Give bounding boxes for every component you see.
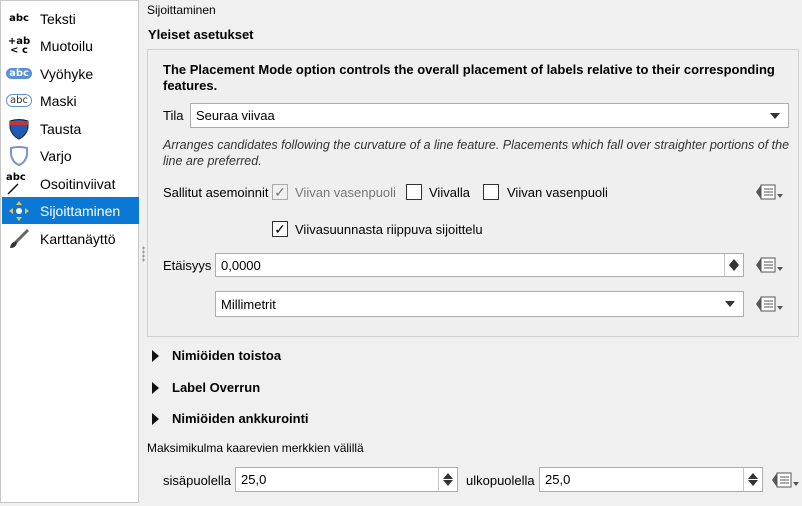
outside-angle-spinbox[interactable]: 25,0 [539, 467, 763, 492]
placement-mode-info: The Placement Mode option controls the o… [163, 62, 775, 93]
distance-value: 0,0000 [221, 257, 261, 273]
section-anchoring-label: Nimiöiden ankkurointi [172, 411, 309, 426]
expand-arrow-icon [152, 382, 159, 394]
position-right-checkbox[interactable] [483, 184, 499, 200]
max-angle-title: Maksimikulma kaarevien merkkien välillä [147, 441, 364, 455]
sidebar-item-maski[interactable]: abc Maski [2, 87, 139, 114]
data-defined-override-icon[interactable] [755, 293, 785, 315]
sidebar-item-sijoittaminen[interactable]: Sijoittaminen [2, 197, 139, 224]
sidebar-item-label: Osoitinviivat [40, 175, 116, 192]
sidebar-item-teksti[interactable]: abc Teksti [2, 5, 139, 32]
position-on-line-label: Viivalla [429, 185, 470, 200]
position-right-label: Viivan vasenpuoli [507, 185, 608, 200]
data-defined-override-icon[interactable] [771, 469, 801, 491]
formatting-icon: +ab < c [7, 35, 31, 56]
sidebar-item-varjo[interactable]: Varjo [2, 142, 139, 169]
spin-down-icon [443, 480, 453, 486]
shadow-icon [6, 144, 32, 168]
rendering-brush-icon [6, 227, 32, 251]
section-repetition[interactable]: Nimiöiden toistoa [151, 347, 451, 365]
background-shield-icon [6, 117, 32, 141]
sidebar-item-label: Teksti [40, 10, 76, 27]
outside-label: ulkopuolella [466, 473, 535, 488]
inside-angle-value: 25,0 [241, 472, 267, 487]
chevron-down-icon [725, 301, 735, 307]
group-title: Yleiset asetukset [148, 27, 254, 42]
sidebar-item-osoitinviivat[interactable]: abc Osoitinviivat [2, 170, 139, 197]
spin-buttons[interactable] [724, 254, 743, 276]
sidebar-item-label: Vyöhyke [40, 65, 94, 82]
placement-icon [6, 199, 32, 223]
data-defined-override-icon[interactable] [755, 181, 785, 203]
expand-arrow-icon [152, 350, 159, 362]
chevron-down-icon [770, 112, 780, 119]
section-label-overrun[interactable]: Label Overrun [151, 379, 451, 397]
callouts-icon: abc [6, 172, 32, 196]
mode-description: Arranges candidates following the curvat… [163, 138, 790, 168]
position-left-checkbox[interactable]: ✓ [272, 184, 288, 200]
section-repetition-label: Nimiöiden toistoa [172, 348, 282, 363]
distance-unit-select[interactable]: Millimetrit [215, 291, 744, 317]
mode-label: Tila [163, 108, 184, 123]
mask-icon: abc [6, 89, 32, 113]
splitter-handle[interactable] [142, 246, 145, 262]
sidebar-item-label: Muotoilu [40, 37, 93, 54]
buffer-icon: abc [6, 62, 32, 86]
position-on-line-checkbox[interactable] [406, 184, 422, 200]
distance-unit-value: Millimetrit [221, 296, 276, 312]
position-left-label: Viivan vasenpuoli [295, 185, 396, 200]
line-orientation-label: Viivasuunnasta riippuva sijoittelu [295, 222, 483, 237]
inside-angle-spinbox[interactable]: 25,0 [235, 467, 458, 492]
spin-up-icon [748, 473, 758, 479]
sidebar-item-vyohyke[interactable]: abc Vyöhyke [2, 60, 139, 87]
sidebar-item-tausta[interactable]: Tausta [2, 115, 139, 142]
sidebar-item-label: Sijoittaminen [40, 202, 121, 219]
sidebar-item-label: Maski [40, 92, 77, 109]
spin-down-icon [748, 480, 758, 486]
distance-label: Etäisyys [163, 258, 212, 273]
placement-mode-value: Seuraa viivaa [196, 108, 275, 123]
spin-buttons[interactable] [743, 468, 762, 491]
spin-buttons[interactable] [438, 468, 457, 491]
sidebar-item-label: Tausta [40, 120, 82, 137]
sidebar-item-label: Varjo [40, 147, 72, 164]
distance-spinbox[interactable]: 0,0000 [215, 253, 744, 277]
outside-angle-value: 25,0 [545, 472, 571, 487]
spin-up-icon [443, 473, 453, 479]
expand-arrow-icon [152, 413, 159, 425]
sidebar-item-label: Karttanäyttö [40, 230, 116, 247]
data-defined-override-icon[interactable] [755, 254, 785, 276]
section-anchoring[interactable]: Nimiöiden ankkurointi [151, 410, 451, 428]
placement-mode-select[interactable]: Seuraa viivaa [190, 103, 789, 128]
section-label: Sijoittaminen [147, 3, 216, 17]
text-abc-icon: abc [9, 13, 29, 24]
sidebar-item-karttanaytto[interactable]: Karttanäyttö [2, 225, 139, 252]
inside-label: sisäpuolella [163, 473, 231, 488]
spin-down-icon [729, 265, 739, 271]
sidebar: abc Teksti +ab < c Muotoilu abc Vyöhyke a… [0, 0, 139, 503]
allowed-positions-label: Sallitut asemoinnit [163, 185, 269, 200]
section-label-overrun-label: Label Overrun [172, 380, 261, 395]
line-orientation-checkbox[interactable]: ✓ [272, 221, 288, 237]
sidebar-item-muotoilu[interactable]: +ab < c Muotoilu [2, 32, 139, 59]
